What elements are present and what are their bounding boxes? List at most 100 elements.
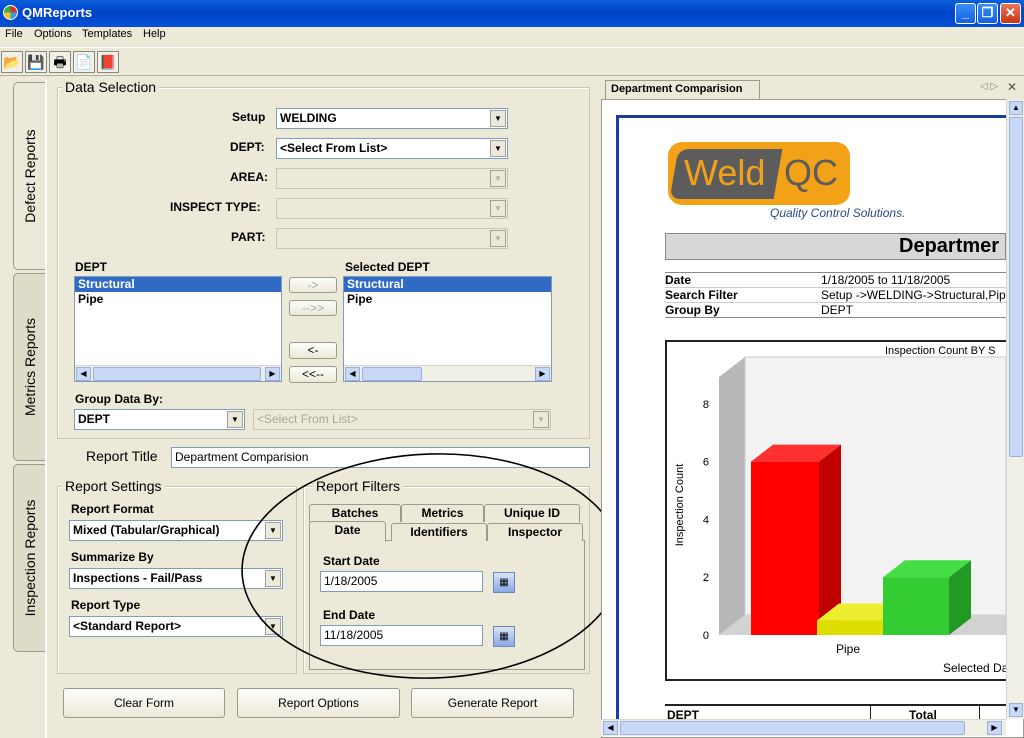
summarize-by-label: Summarize By [71, 550, 154, 564]
group-by-select[interactable]: DEPT ▼ [74, 409, 245, 430]
y-tick-label: 4 [703, 514, 709, 526]
minimize-button[interactable]: _ [955, 3, 976, 24]
y-tick-label: 2 [703, 572, 709, 584]
part-select[interactable]: ▼ [276, 228, 508, 249]
add-button[interactable]: -> [289, 277, 337, 293]
data-selection-title: Data Selection [62, 79, 160, 95]
open-folder-icon[interactable]: 📂 [1, 51, 23, 73]
generate-report-button[interactable]: Generate Report [411, 688, 574, 718]
table-row: Group By DEPT [665, 302, 1006, 318]
tab-defect-reports[interactable]: Defect Reports [13, 82, 46, 270]
x-axis-label: Selected Da [943, 661, 1006, 675]
scroll-left-icon[interactable]: ◀ [603, 721, 618, 735]
setup-select[interactable]: WELDING ▼ [276, 108, 508, 129]
scroll-thumb[interactable] [362, 367, 422, 381]
bar-chart: 0 2 4 6 8 Inspection Count Inspection Count BY… [674, 345, 1006, 675]
report-options-button[interactable]: Report Options [237, 688, 400, 718]
clear-form-button[interactable]: Clear Form [63, 688, 225, 718]
table-row: Search Filter Setup ->WELDING->Structural… [665, 287, 1006, 303]
scroll-thumb[interactable] [1009, 117, 1023, 457]
horizontal-scrollbar[interactable]: ◀ ▶ [601, 719, 1006, 736]
available-dept-label: DEPT [75, 260, 108, 274]
y-tick-label: 8 [703, 399, 709, 411]
selected-dept-label: Selected DEPT [345, 260, 430, 274]
chevron-down-icon[interactable]: ▼ [490, 140, 506, 157]
toolbar [0, 47, 1024, 76]
report-settings-title: Report Settings [62, 478, 165, 494]
report-type-label: Report Type [71, 598, 141, 612]
remove-all-button[interactable]: <<-- [289, 366, 337, 383]
add-all-button[interactable]: -->> [289, 300, 337, 316]
inspect-type-select[interactable]: ▼ [276, 198, 508, 219]
maximize-button[interactable]: ❐ [977, 3, 998, 24]
x-category-label: Pipe [836, 642, 860, 656]
group-by-second-select[interactable]: <Select From List> ▼ [253, 409, 551, 430]
scroll-thumb[interactable] [93, 367, 261, 381]
logo-text-weld: Weld [684, 152, 766, 193]
chevron-down-icon[interactable]: ▼ [490, 110, 506, 127]
y-tick-label: 6 [703, 457, 709, 469]
report-info-table: Date 1/18/2005 to 11/18/2005 Search Filte… [665, 272, 1006, 318]
ellipse-annotation [241, 453, 623, 679]
part-label: PART: [231, 230, 266, 244]
report-heading: Departmer [899, 235, 1000, 257]
logo-tagline: Quality Control Solutions. [770, 206, 906, 220]
tab-metrics-reports[interactable]: Metrics Reports [13, 273, 46, 461]
tab-divider [45, 80, 47, 738]
vertical-scrollbar[interactable]: ▲ ▼ [1006, 99, 1024, 719]
menu-file[interactable]: File [5, 28, 23, 40]
table-row: Date 1/18/2005 to 11/18/2005 [665, 272, 1006, 288]
scroll-left-icon[interactable]: ◀ [345, 367, 360, 381]
scroll-down-icon[interactable]: ▼ [1009, 703, 1023, 717]
scroll-left-icon[interactable]: ◀ [76, 367, 91, 381]
chevron-down-icon: ▼ [490, 200, 506, 217]
logo-text-qc: QC [784, 152, 838, 193]
list-item[interactable]: Pipe [344, 292, 551, 307]
export-icon[interactable]: 📕 [97, 51, 119, 73]
dept-label: DEPT: [230, 140, 265, 154]
chevron-down-icon: ▼ [490, 230, 506, 247]
title-bar[interactable] [0, 0, 1024, 27]
bar [883, 577, 949, 635]
remove-button[interactable]: <- [289, 342, 337, 359]
app-logo-icon [3, 5, 18, 20]
menu-help[interactable]: Help [143, 28, 166, 40]
list-item[interactable]: Structural [75, 277, 281, 292]
tab-nav-icon[interactable]: ◁ ▷ [980, 81, 998, 92]
selected-dept-list[interactable]: Structural Pipe ◀ ▶ [343, 276, 552, 382]
area-select[interactable]: ▼ [276, 168, 508, 189]
inspect-type-label: INSPECT TYPE: [170, 200, 261, 214]
print-icon[interactable]: 🖶 [49, 51, 71, 73]
report-title-label: Report Title [86, 448, 158, 464]
save-disk-icon[interactable]: 💾 [25, 51, 47, 73]
horizontal-scrollbar[interactable]: ◀ ▶ [344, 365, 551, 381]
list-item[interactable]: Pipe [75, 292, 281, 307]
menu-options[interactable]: Options [34, 28, 72, 40]
chart-title: Inspection Count BY S [885, 345, 995, 357]
scroll-thumb[interactable] [620, 721, 965, 735]
horizontal-scrollbar[interactable]: ◀ ▶ [75, 365, 281, 381]
scroll-right-icon[interactable]: ▶ [535, 367, 550, 381]
scroll-right-icon[interactable]: ▶ [265, 367, 280, 381]
close-button[interactable]: ✕ [1000, 3, 1021, 24]
bar [817, 620, 883, 635]
report-format-label: Report Format [71, 502, 154, 516]
menu-templates[interactable]: Templates [82, 28, 132, 40]
available-dept-list[interactable]: Structural Pipe ◀ ▶ [74, 276, 282, 382]
scroll-right-icon[interactable]: ▶ [987, 721, 1002, 735]
chevron-down-icon: ▼ [490, 170, 506, 187]
y-tick-label: 0 [703, 630, 709, 642]
close-tab-icon[interactable]: ✕ [1007, 80, 1017, 94]
scroll-up-icon[interactable]: ▲ [1009, 101, 1023, 115]
tab-preview[interactable]: Department Comparision [605, 80, 760, 99]
area-label: AREA: [230, 170, 268, 184]
window-title: QMReports [22, 5, 93, 20]
chart-side-wall [719, 357, 745, 635]
chevron-down-icon[interactable]: ▼ [227, 411, 243, 428]
report-page-icon[interactable]: 📄 [73, 51, 95, 73]
list-item[interactable]: Structural [344, 277, 551, 292]
chevron-down-icon: ▼ [533, 411, 549, 428]
y-axis-label: Inspection Count [674, 464, 686, 547]
dept-select[interactable]: <Select From List> ▼ [276, 138, 508, 159]
tab-inspection-reports[interactable]: Inspection Reports [13, 464, 46, 652]
